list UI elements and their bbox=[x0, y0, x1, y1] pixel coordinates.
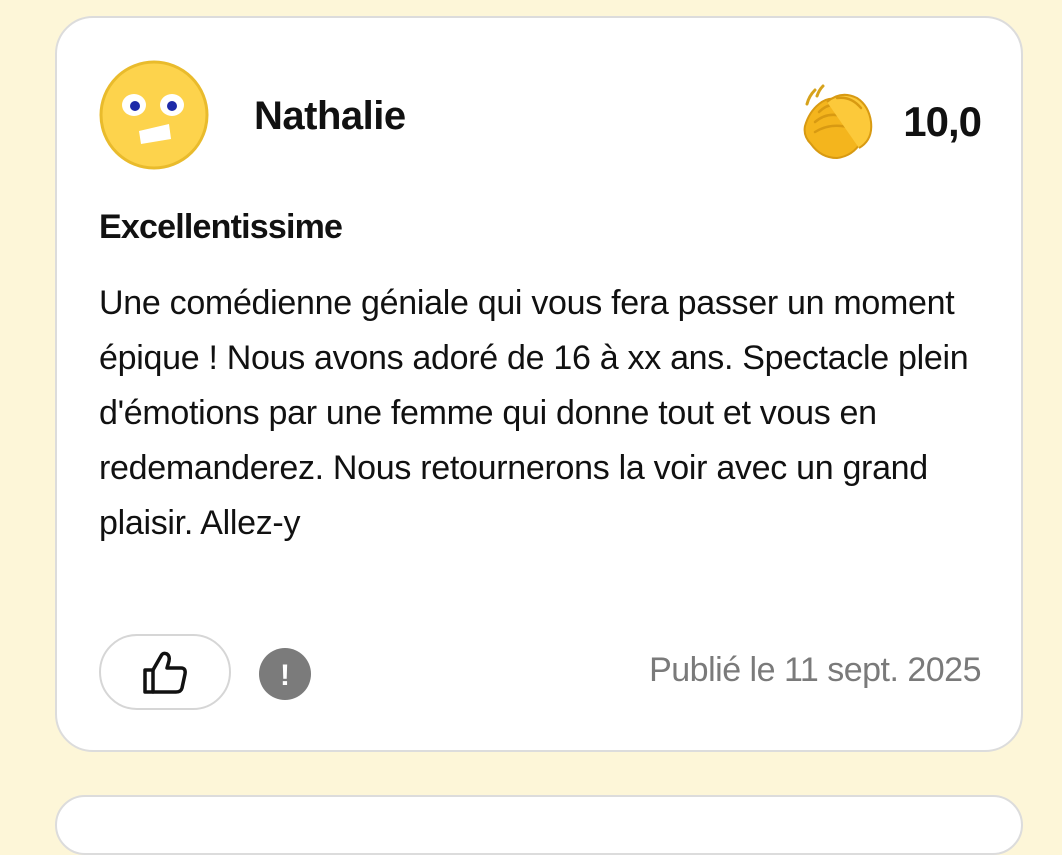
review-card: Nathalie 10,0 Excellentissime Une comédi… bbox=[55, 16, 1023, 752]
exclamation-icon: ! bbox=[280, 659, 290, 692]
review-title: Excellentissime bbox=[99, 208, 343, 246]
next-review-card bbox=[55, 795, 1023, 855]
report-button[interactable]: ! bbox=[259, 648, 311, 700]
clapping-hands-icon bbox=[803, 84, 873, 160]
like-button[interactable] bbox=[99, 634, 231, 710]
username: Nathalie bbox=[254, 94, 406, 138]
user-avatar bbox=[99, 60, 209, 170]
rating-score: 10,0 bbox=[903, 98, 982, 145]
smiley-avatar-icon bbox=[99, 60, 209, 170]
published-date: Publié le 11 sept. 2025 bbox=[649, 651, 981, 689]
thumbs-up-icon bbox=[143, 651, 187, 694]
rating: 10,0 bbox=[797, 82, 982, 162]
review-body: Une comédienne géniale qui vous fera pas… bbox=[99, 284, 969, 542]
svg-text:!: ! bbox=[280, 659, 290, 692]
